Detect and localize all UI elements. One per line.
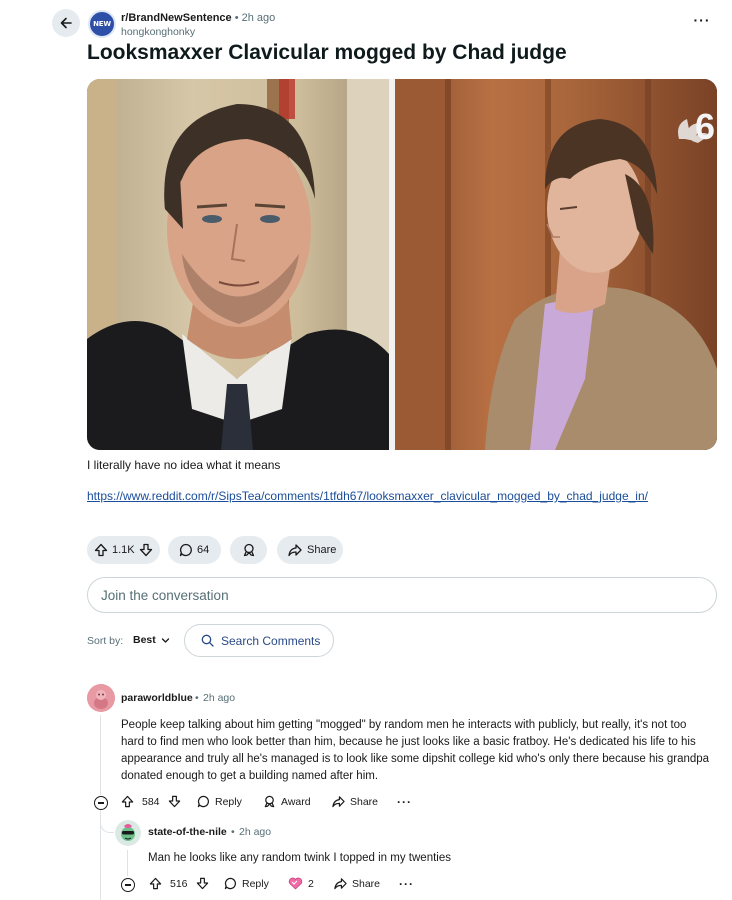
image-watermark-text: 6 xyxy=(695,106,715,147)
subreddit-name[interactable]: r/BrandNewSentence xyxy=(121,12,232,24)
thread-line-reply xyxy=(127,850,128,876)
reply-more-options-button[interactable]: ··· xyxy=(399,877,414,891)
join-conversation-placeholder: Join the conversation xyxy=(101,587,229,603)
image-panel-judge xyxy=(87,79,389,450)
post-external-link[interactable]: https://www.reddit.com/r/SipsTea/comment… xyxy=(87,489,648,503)
post-comments-button[interactable]: 64 xyxy=(168,536,221,564)
post-vote-count: 1.1K xyxy=(112,544,135,556)
comment-award-button[interactable]: Award xyxy=(263,795,311,808)
search-icon xyxy=(201,634,214,647)
post-title: Looksmaxxer Clavicular mogged by Chad ju… xyxy=(87,41,567,64)
post-comment-count: 64 xyxy=(197,544,210,556)
meta-separator: • xyxy=(234,12,239,24)
upvote-icon[interactable] xyxy=(94,543,108,557)
heart-award-icon xyxy=(288,877,303,890)
search-comments-input[interactable]: Search Comments xyxy=(184,624,334,657)
image-panel-defendant: 6 xyxy=(395,79,717,450)
comment-reply-label: Reply xyxy=(215,795,242,808)
chevron-down-icon xyxy=(161,637,169,643)
reply-vote-control: 516 xyxy=(149,877,209,890)
comment-time: 2h ago xyxy=(203,692,236,704)
reply-share-button[interactable]: Share xyxy=(334,877,380,890)
comment-icon xyxy=(197,795,209,808)
back-arrow-icon xyxy=(60,17,72,29)
post-header: NEW r/BrandNewSentence • 2h ago hongkong… xyxy=(0,0,732,44)
collapse-icon xyxy=(98,802,104,804)
comment-icon xyxy=(224,877,236,890)
award-icon xyxy=(243,543,254,557)
thread-line-root xyxy=(100,715,101,795)
comment-body: People keep talking about him getting "m… xyxy=(121,719,710,782)
collapse-reply-button[interactable] xyxy=(121,878,135,892)
post-more-options-button[interactable]: ··· xyxy=(690,12,714,32)
downvote-icon[interactable] xyxy=(139,543,153,557)
thread-connector xyxy=(100,815,114,833)
reply-vote-count: 516 xyxy=(170,877,188,890)
reply-share-label: Share xyxy=(352,877,381,890)
search-comments-placeholder: Search Comments xyxy=(221,633,321,648)
post-share-button[interactable]: Share xyxy=(277,536,343,564)
reply-award-count: 2 xyxy=(308,877,314,890)
sort-dropdown[interactable]: Best xyxy=(133,634,170,646)
downvote-icon[interactable] xyxy=(168,795,181,808)
post-body-text: I literally have no idea what it means xyxy=(87,458,281,472)
reply-time: 2h ago xyxy=(239,826,272,838)
post-vote-control: 1.1K xyxy=(87,536,160,564)
comment-vote-count: 584 xyxy=(142,795,160,808)
collapse-thread-button[interactable] xyxy=(94,796,108,810)
share-icon xyxy=(288,544,302,557)
upvote-icon[interactable] xyxy=(149,877,162,890)
sort-value: Best xyxy=(133,634,156,646)
comment-avatar[interactable] xyxy=(87,684,115,712)
post-award-button[interactable] xyxy=(230,536,267,564)
join-conversation-input[interactable]: Join the conversation xyxy=(87,577,717,613)
subreddit-avatar-text: NEW xyxy=(93,20,111,28)
post-meta: r/BrandNewSentence • 2h ago xyxy=(121,12,275,25)
reply-body: Man he looks like any random twink I top… xyxy=(148,852,451,864)
comment-author[interactable]: paraworldblue xyxy=(121,692,193,704)
post-share-label: Share xyxy=(307,544,337,556)
reply-meta-separator: • xyxy=(231,826,235,838)
reply-reply-label: Reply xyxy=(242,877,269,890)
collapse-icon xyxy=(125,884,131,886)
comment-icon xyxy=(179,543,192,557)
post-author[interactable]: hongkonghonky xyxy=(121,26,195,38)
sort-label: Sort by: xyxy=(87,635,124,647)
comment-share-button[interactable]: Share xyxy=(332,795,378,808)
reply-reply-button[interactable]: Reply xyxy=(224,877,269,890)
back-button[interactable] xyxy=(52,9,80,37)
reply-author[interactable]: state-of-the-nile xyxy=(148,826,227,838)
post-time: 2h ago xyxy=(241,12,276,24)
comment-vote-control: 584 xyxy=(121,795,181,808)
downvote-icon[interactable] xyxy=(196,877,209,890)
award-icon xyxy=(264,795,275,808)
reply-avatar[interactable] xyxy=(115,820,141,846)
reply-award-badge[interactable]: 2 xyxy=(288,877,314,890)
post-image[interactable]: 6 xyxy=(87,79,717,450)
comment-share-label: Share xyxy=(350,795,379,808)
upvote-icon[interactable] xyxy=(121,795,134,808)
comment-more-options-button[interactable]: ··· xyxy=(397,795,412,809)
share-icon xyxy=(334,878,347,890)
share-icon xyxy=(332,796,345,808)
comment-meta-separator: • xyxy=(195,692,199,704)
comment-reply-button[interactable]: Reply xyxy=(197,795,242,808)
subreddit-avatar[interactable]: NEW xyxy=(88,10,116,38)
comment-award-label: Award xyxy=(281,795,311,808)
